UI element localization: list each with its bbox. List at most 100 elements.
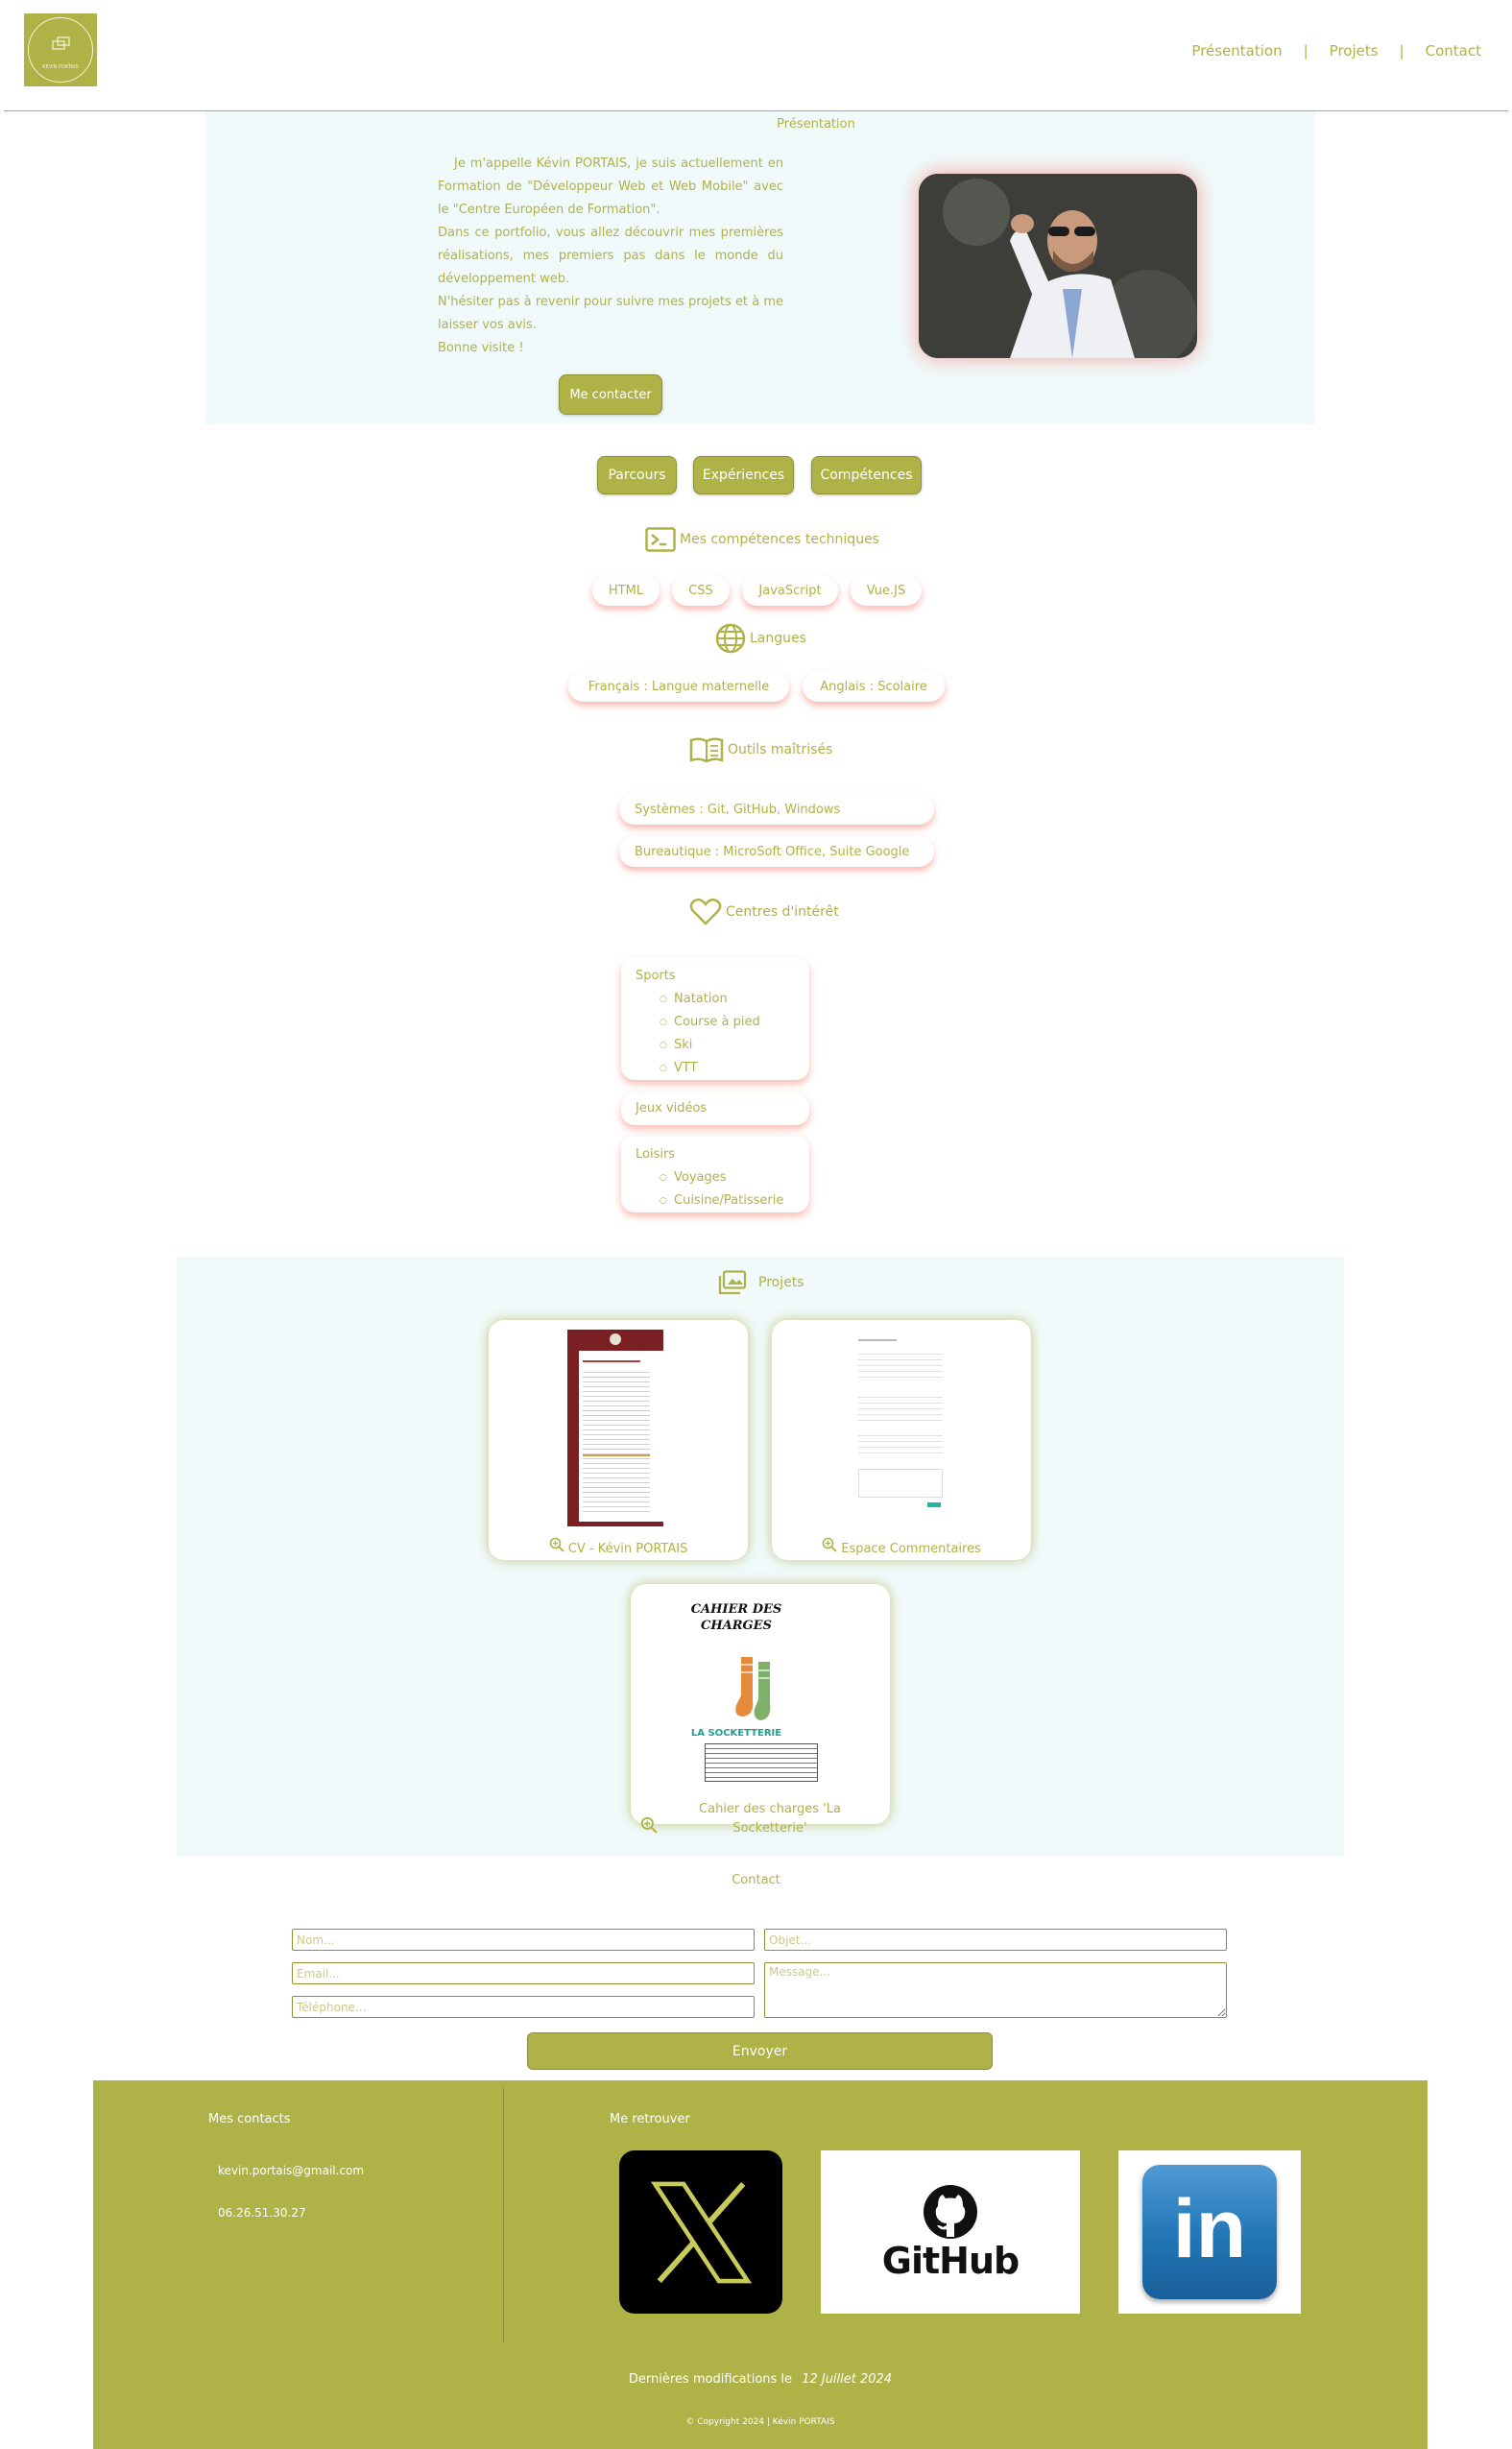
- languages-heading: Langues: [715, 623, 806, 654]
- interest-hobbies-box: Loisirs Voyages Cuisine/Patisserie: [621, 1136, 809, 1212]
- images-icon: [718, 1270, 747, 1295]
- projects-title: Projets: [758, 1275, 804, 1290]
- subject-input[interactable]: [764, 1929, 1227, 1951]
- tools-title: Outils maîtrisés: [728, 742, 833, 757]
- tab-experiences[interactable]: Expériences: [693, 456, 794, 494]
- interest-hobbies-title: Loisirs: [636, 1147, 676, 1162]
- list-item: Ski: [636, 1034, 795, 1057]
- nav-contact[interactable]: Contact: [1426, 42, 1481, 60]
- project-caption: CV - Kévin PORTAIS: [489, 1537, 748, 1559]
- tab-competences[interactable]: Compétences: [811, 456, 922, 494]
- language-pill: Français : Langue maternelle: [568, 671, 789, 702]
- skill-pill: JavaScript: [742, 575, 838, 606]
- list-item: VTT: [636, 1057, 795, 1080]
- heart-icon: [689, 898, 722, 925]
- name-input[interactable]: [292, 1929, 755, 1951]
- project-card-cv[interactable]: CV - Kévin PORTAIS: [489, 1320, 748, 1560]
- phone-input[interactable]: [292, 1996, 755, 2018]
- project-caption-text: CV - Kévin PORTAIS: [567, 1542, 688, 1556]
- logo[interactable]: KEVIN PORTAIS: [24, 13, 97, 86]
- last-modified-label: Dernières modifications le: [628, 2372, 793, 2387]
- tab-parcours[interactable]: Parcours: [597, 456, 677, 494]
- projects-section: Projets CV - Kévin PORTAIS Espace Commen…: [177, 1257, 1344, 1856]
- project-caption-text: Espace Commentaires: [841, 1542, 981, 1556]
- interests-heading: Centres d'intérêt: [689, 898, 839, 926]
- tech-skills-title: Mes compétences techniques: [680, 532, 879, 547]
- interests-title: Centres d'intérêt: [726, 904, 839, 920]
- github-link[interactable]: GitHub: [821, 2150, 1080, 2314]
- nav-presentation[interactable]: Présentation: [1191, 42, 1282, 60]
- interest-sports-box: Sports Natation Course à pied Ski VTT: [621, 957, 809, 1080]
- skill-pill: HTML: [592, 575, 660, 606]
- presentation-paragraph: Bonne visite !: [438, 341, 524, 355]
- list-item: Cuisine/Patisserie: [636, 1189, 795, 1212]
- interest-games-box: Jeux vidéos: [621, 1093, 809, 1125]
- language-pill: Anglais : Scolaire: [803, 671, 945, 702]
- profile-photo-illustration: [919, 174, 1197, 358]
- socks-illustration: [735, 1657, 771, 1720]
- tool-pill: Systèmes : Git, GitHub, Windows: [619, 794, 934, 825]
- cover-brand: LA SOCKETTERIE: [690, 1728, 782, 1739]
- tech-skills-heading: Mes compétences techniques: [645, 527, 879, 552]
- nav-separator: |: [1303, 42, 1308, 60]
- interest-sports-title: Sports: [636, 969, 676, 983]
- presentation-paragraph: Je m'appelle Kévin PORTAIS, je suis actu…: [438, 156, 783, 217]
- email-input[interactable]: [292, 1962, 755, 1984]
- presentation-title: Présentation: [777, 117, 855, 132]
- languages-title: Langues: [750, 631, 806, 646]
- projects-heading: Projets: [718, 1270, 804, 1295]
- project-caption: Cahier des charges 'La Socketterie': [699, 1802, 841, 1836]
- list-item: Voyages: [636, 1166, 795, 1189]
- list-item: Natation: [636, 988, 795, 1011]
- x-link[interactable]: [619, 2150, 782, 2314]
- globe-icon: [715, 623, 746, 654]
- terminal-icon: [645, 527, 676, 552]
- socketterie-thumbnail: CAHIER DES CHARGES LA SOCKETTERIE: [684, 1601, 837, 1793]
- nav-projets[interactable]: Projets: [1330, 42, 1379, 60]
- last-modified: Dernières modifications le 12 Juillet 20…: [93, 2372, 1428, 2387]
- contact-title: Contact: [732, 1873, 780, 1887]
- nav-separator: |: [1399, 42, 1404, 60]
- project-card-socketterie[interactable]: CAHIER DES CHARGES LA SOCKETTERIE Cahier…: [631, 1584, 890, 1836]
- project-caption: Espace Commentaires: [772, 1537, 1031, 1559]
- skill-pill: CSS: [672, 575, 730, 606]
- contact-phone: 06.26.51.30.27: [218, 2206, 306, 2220]
- message-textarea[interactable]: [764, 1962, 1227, 2018]
- open-book-icon: [689, 737, 724, 763]
- contact-email[interactable]: kevin.portais@gmail.com: [218, 2164, 364, 2177]
- presentation-paragraph: N'hésiter pas à revenir pour suivre mes …: [438, 295, 783, 332]
- sports-list: Natation Course à pied Ski VTT: [636, 988, 795, 1080]
- last-modified-date: 12 Juillet 2024: [802, 2372, 893, 2387]
- contact-me-button[interactable]: Me contacter: [559, 374, 662, 415]
- linkedin-icon: in: [1142, 2165, 1277, 2299]
- hobbies-list: Voyages Cuisine/Patisserie: [636, 1166, 795, 1212]
- list-item: Course à pied: [636, 1011, 795, 1034]
- zoom-icon: [549, 1537, 568, 1556]
- linkedin-glyph: in: [1172, 2183, 1247, 2275]
- cv-thumbnail: [567, 1330, 663, 1526]
- footer: Mes contacts kevin.portais@gmail.com 06.…: [93, 2080, 1428, 2449]
- monitor-icon: [52, 36, 70, 50]
- tools-heading: Outils maîtrisés: [689, 736, 832, 763]
- skill-pill: Vue.JS: [851, 575, 922, 606]
- x-logo-icon: [650, 2181, 752, 2283]
- presentation-text: Je m'appelle Kévin PORTAIS, je suis actu…: [438, 153, 783, 360]
- tool-pill: Bureautique : MicroSoft Office, Suite Go…: [619, 836, 934, 867]
- project-card-comments[interactable]: Espace Commentaires: [772, 1320, 1031, 1560]
- cover-title: CAHIER DES CHARGES: [690, 1602, 782, 1633]
- github-wordmark: GitHub: [881, 2240, 1020, 2282]
- footer-divider: [503, 2088, 504, 2342]
- presentation-paragraph: Dans ce portfolio, vous allez découvrir …: [438, 226, 783, 286]
- contacts-title: Mes contacts: [208, 2112, 291, 2126]
- find-me-title: Me retrouver: [610, 2112, 690, 2126]
- send-button[interactable]: Envoyer: [527, 2032, 993, 2070]
- comments-thumbnail: [858, 1339, 945, 1517]
- linkedin-link[interactable]: in: [1118, 2150, 1301, 2314]
- zoom-icon: [640, 1816, 658, 1837]
- presentation-section: Présentation Je m'appelle Kévin PORTAIS,…: [205, 111, 1315, 424]
- logo-text: KEVIN PORTAIS: [42, 64, 79, 70]
- copyright: © Copyright 2024 | Kévin PORTAIS: [685, 2417, 835, 2427]
- main-nav: Présentation | Projets | Contact: [1191, 42, 1481, 60]
- github-octocat-icon: [924, 2185, 977, 2239]
- profile-photo: [919, 174, 1197, 358]
